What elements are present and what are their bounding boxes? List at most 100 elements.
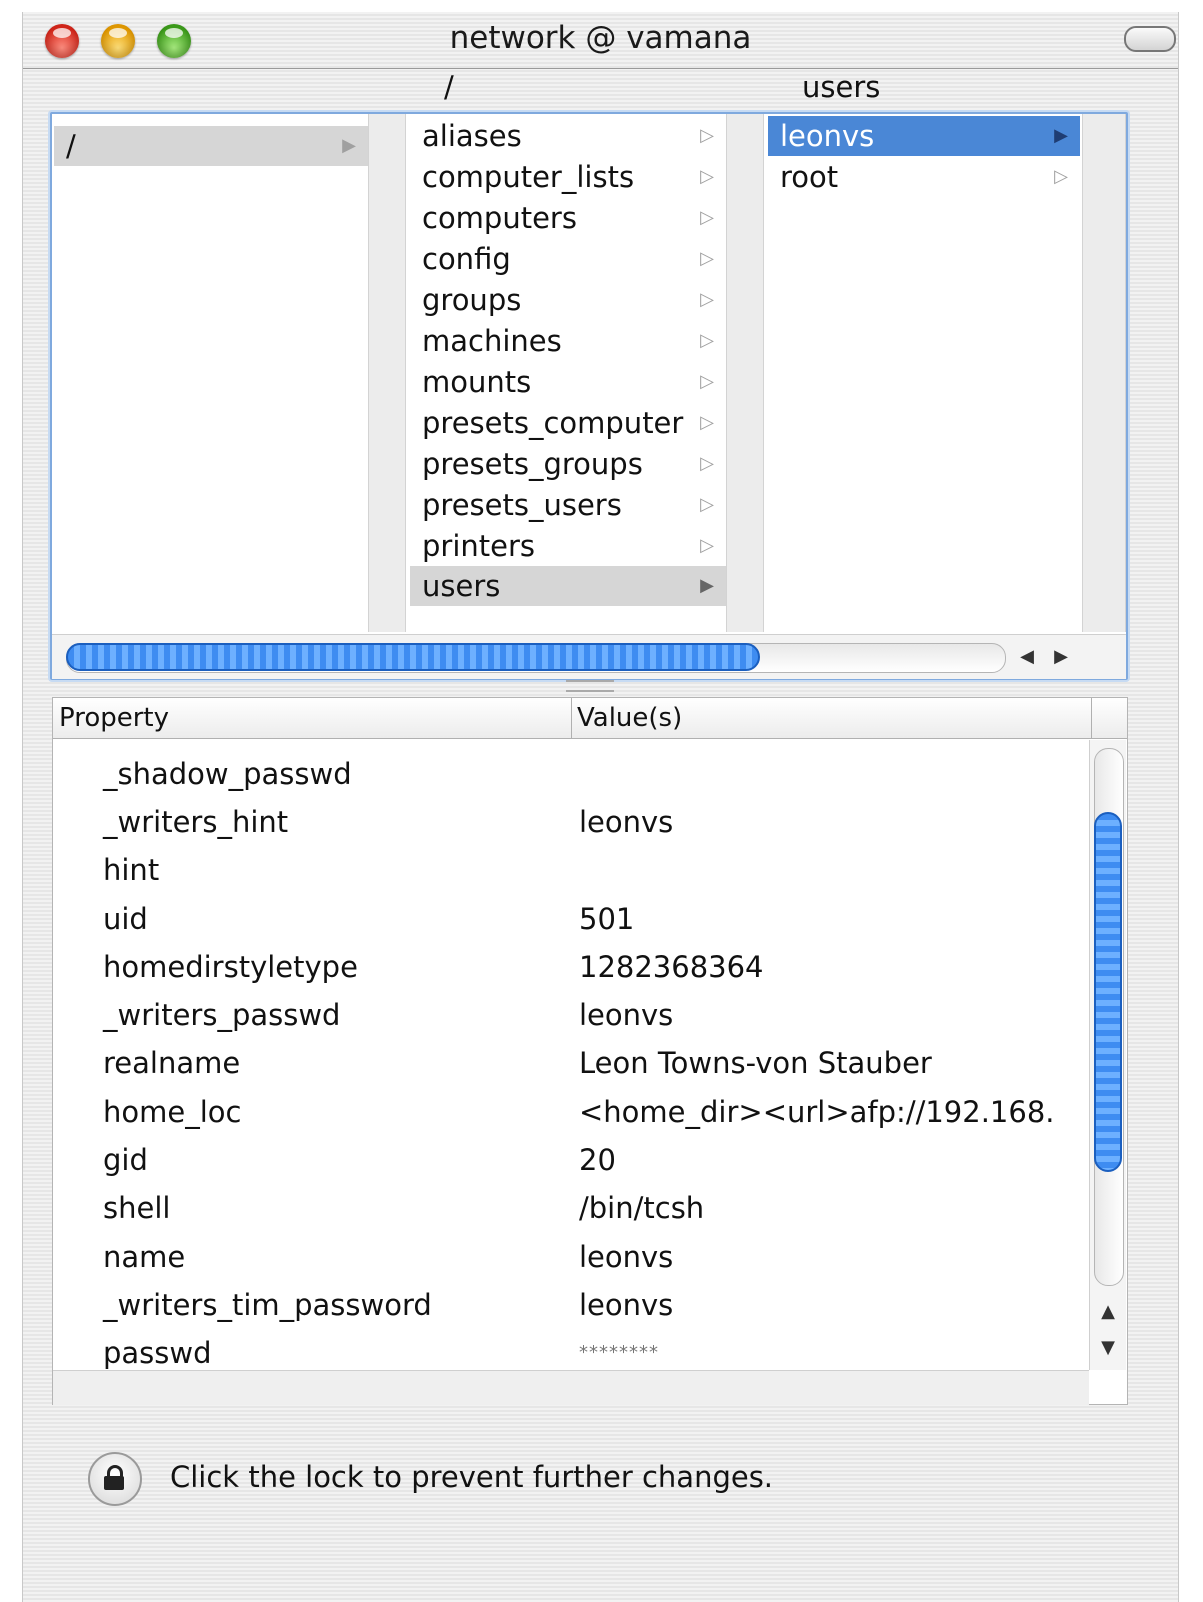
table-row[interactable]: realname Leon Towns-von Stauber	[53, 1039, 1089, 1087]
browser-item[interactable]: mounts ▷	[410, 362, 726, 402]
value-cell[interactable]: /bin/tcsh	[579, 1184, 704, 1232]
value-cell[interactable]: Leon Towns-von Stauber	[579, 1039, 932, 1087]
scroll-thumb[interactable]	[1094, 812, 1122, 1172]
property-cell: homedirstyletype	[103, 950, 358, 984]
window-title: network @ vamana	[449, 20, 752, 56]
triangle-right-icon: ▷	[700, 453, 714, 474]
column-header-root: /	[444, 70, 454, 104]
property-cell: gid	[103, 1143, 148, 1177]
lock-icon[interactable]	[88, 1452, 142, 1506]
property-cell: home_loc	[103, 1095, 242, 1129]
browser-item-label: users	[422, 569, 501, 603]
table-row[interactable]: shell/bin/tcsh	[53, 1184, 1089, 1232]
split-view-handle[interactable]	[566, 680, 614, 692]
table-row[interactable]: uid 501	[53, 895, 1089, 943]
browser-item-label: computers	[422, 201, 577, 235]
table-row[interactable]: _writers_tim_password leonvs	[53, 1281, 1089, 1329]
triangle-right-icon: ▷	[700, 248, 714, 269]
browser-item[interactable]: groups ▷	[410, 280, 726, 320]
browser-column-1: / ▶	[54, 114, 368, 632]
triangle-right-icon: ▷	[1054, 166, 1068, 187]
property-cell: _writers_passwd	[103, 998, 341, 1032]
table-row[interactable]: hint	[53, 846, 1089, 894]
title-bar[interactable]: network @ vamana	[23, 12, 1178, 69]
value-cell[interactable]: 1282368364	[579, 943, 764, 991]
table-row[interactable]: home_loc <home_dir><url>afp://192.168.	[53, 1088, 1089, 1136]
scroll-right-arrow-icon[interactable]: ▶	[1044, 643, 1078, 671]
triangle-right-icon: ▷	[700, 494, 714, 515]
lock-body	[104, 1476, 124, 1490]
triangle-right-icon: ▷	[700, 412, 714, 433]
browser-item-label: machines	[422, 324, 562, 358]
browser-item-users[interactable]: users ▶	[410, 566, 726, 606]
triangle-right-icon: ▶	[342, 135, 356, 156]
triangle-right-icon: ▷	[700, 125, 714, 146]
browser-item[interactable]: presets_computer ▷	[410, 403, 726, 443]
property-cell: hint	[103, 853, 160, 887]
toolbar-toggle-button[interactable]	[1124, 26, 1176, 52]
lock-status-text: Click the lock to prevent further change…	[170, 1460, 774, 1494]
table-row[interactable]: homedirstyletype 1282368364	[53, 943, 1089, 991]
column-browser: / ▶ aliases ▷ computer_lists ▷ computers ▷ …	[50, 112, 1128, 680]
value-cell[interactable]: <home_dir><url>afp://192.168.	[579, 1088, 1055, 1136]
vertical-scrollbar[interactable]: ▲ ▼	[1089, 740, 1126, 1370]
triangle-right-icon: ▷	[700, 371, 714, 392]
scroll-up-arrow-icon[interactable]: ▲	[1094, 1296, 1122, 1328]
column-1-scroll-gutter[interactable]	[368, 114, 406, 632]
table-row[interactable]: _writers_passwd leonvs	[53, 991, 1089, 1039]
table-row[interactable]: _writers_hint leonvs	[53, 798, 1089, 846]
table-row[interactable]: _shadow_passwd	[53, 750, 1089, 798]
value-cell[interactable]: 501	[579, 895, 634, 943]
scroll-down-arrow-icon[interactable]: ▼	[1094, 1332, 1122, 1364]
column-3-scroll-gutter[interactable]	[1082, 114, 1126, 632]
browser-item-label: mounts	[422, 365, 532, 399]
browser-item[interactable]: aliases ▷	[410, 116, 726, 156]
browser-item-label: printers	[422, 529, 536, 563]
property-cell: _writers_hint	[103, 805, 289, 839]
browser-column-3: leonvs ▶ root ▷	[768, 114, 1080, 632]
horizontal-scrollbar[interactable]: ◀ ▶	[52, 634, 1126, 679]
column-header-property[interactable]: Property	[53, 698, 572, 738]
scroll-arrows: ◀ ▶	[1010, 643, 1090, 671]
table-row[interactable]: gid 20	[53, 1136, 1089, 1184]
triangle-right-icon: ▶	[700, 575, 714, 596]
scroll-thumb[interactable]	[66, 643, 760, 671]
property-cell: name	[103, 1240, 186, 1274]
browser-item-label: presets_computer	[422, 406, 684, 440]
browser-item[interactable]: computers ▷	[410, 198, 726, 238]
property-cell: shell	[103, 1191, 171, 1225]
browser-item[interactable]: printers ▷	[410, 526, 726, 566]
table-row[interactable]: name leonvs	[53, 1233, 1089, 1281]
value-cell[interactable]: leonvs	[579, 798, 673, 846]
browser-item-label: aliases	[422, 119, 522, 153]
browser-item-label: presets_users	[422, 488, 622, 522]
browser-item[interactable]: presets_groups ▷	[410, 444, 726, 484]
column-header-users: users	[802, 70, 881, 104]
browser-item[interactable]: config ▷	[410, 239, 726, 279]
scroll-left-arrow-icon[interactable]: ◀	[1010, 643, 1044, 671]
browser-item[interactable]: computer_lists ▷	[410, 157, 726, 197]
property-cell: realname	[103, 1046, 241, 1080]
browser-item-leonvs[interactable]: leonvs ▶	[768, 116, 1080, 156]
column-header-values[interactable]: Value(s)	[571, 698, 1092, 738]
triangle-right-icon: ▷	[700, 166, 714, 187]
browser-item-root[interactable]: / ▶	[54, 126, 368, 166]
browser-item-root-user[interactable]: root ▷	[768, 157, 1080, 197]
value-cell[interactable]: leonvs	[579, 1281, 673, 1329]
value-cell[interactable]: leonvs	[579, 1233, 673, 1281]
value-cell[interactable]: 20	[579, 1136, 616, 1184]
browser-item-label: computer_lists	[422, 160, 635, 194]
column-2-scroll-gutter[interactable]	[726, 114, 764, 632]
table-header: Property Value(s)	[53, 698, 1127, 739]
browser-item[interactable]: presets_users ▷	[410, 485, 726, 525]
browser-item-label: /	[66, 129, 76, 163]
browser-item-label: leonvs	[780, 119, 875, 153]
triangle-right-icon: ▷	[700, 207, 714, 228]
browser-column-2: aliases ▷ computer_lists ▷ computers ▷ conf…	[410, 114, 726, 632]
triangle-right-icon: ▷	[700, 535, 714, 556]
browser-item[interactable]: machines ▷	[410, 321, 726, 361]
triangle-right-icon: ▷	[700, 289, 714, 310]
value-cell[interactable]: leonvs	[579, 991, 673, 1039]
property-cell: _shadow_passwd	[103, 757, 352, 791]
property-cell: _writers_tim_password	[103, 1288, 432, 1322]
